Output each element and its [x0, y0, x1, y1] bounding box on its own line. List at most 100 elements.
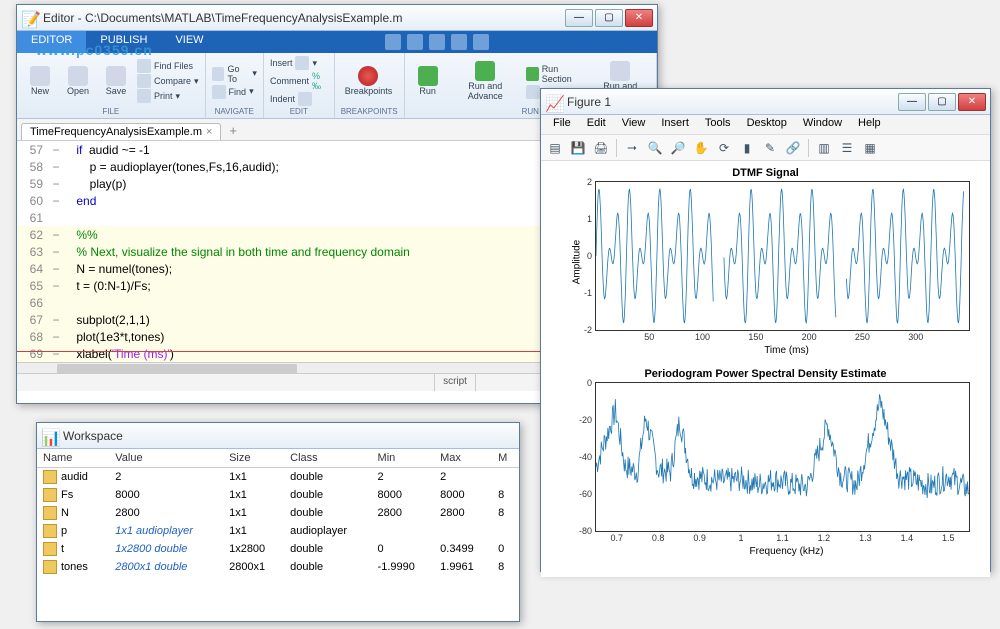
menu-desktop[interactable]: Desktop	[741, 115, 793, 134]
goto-icon	[212, 67, 225, 81]
tab-view[interactable]: VIEW	[161, 31, 217, 53]
print-button[interactable]: Print ▾	[137, 89, 199, 103]
column-header[interactable]: Name	[37, 449, 109, 468]
qat-undo-icon[interactable]	[451, 34, 467, 50]
editor-title: Editor - C:\Documents\MATLAB\TimeFrequen…	[43, 11, 565, 25]
datacursor-icon[interactable]: ▮	[737, 138, 757, 158]
menu-help[interactable]: Help	[852, 115, 887, 134]
column-header[interactable]: Class	[284, 449, 371, 468]
figure-menubar: FileEditViewInsertToolsDesktopWindowHelp	[541, 115, 990, 135]
figure-plot-area: DTMF Signal Amplitude -2-101250100150200…	[541, 161, 990, 577]
plot-psd: Periodogram Power Spectral Density Estim…	[553, 368, 978, 557]
indent-icon	[298, 92, 312, 106]
pointer-icon[interactable]: ⭢	[622, 138, 642, 158]
table-row[interactable]: audid 21x1double22	[37, 468, 519, 487]
open-icon	[68, 66, 88, 86]
open-button[interactable]: Open	[61, 55, 95, 107]
insert-button[interactable]: Insert ▾	[270, 56, 328, 70]
workspace-icon: 📊	[41, 428, 57, 444]
zoom-in-icon[interactable]: 🔍	[645, 138, 665, 158]
file-tab-add[interactable]: +	[221, 121, 245, 140]
table-row[interactable]: p 1x1 audioplayer1x1audioplayer	[37, 522, 519, 540]
print-icon[interactable]: 🖨	[591, 138, 611, 158]
tab-editor[interactable]: EDITOR	[17, 31, 86, 53]
table-row[interactable]: t 1x2800 double1x2800double00.34990	[37, 540, 519, 558]
app-icon[interactable]: ▦	[860, 138, 880, 158]
brush-icon[interactable]: ✎	[760, 138, 780, 158]
legend-icon[interactable]: ☰	[837, 138, 857, 158]
column-header[interactable]: Value	[109, 449, 223, 468]
close-button[interactable]: ✕	[625, 9, 653, 27]
new-icon	[30, 66, 50, 86]
figure-title: Figure 1	[567, 95, 898, 109]
ribbon-group-breakpoints: Breakpoints BREAKPOINTS	[335, 53, 405, 118]
save-icon[interactable]: 💾	[568, 138, 588, 158]
figure-titlebar[interactable]: 📈 Figure 1 — ▢ ✕	[541, 89, 990, 115]
rotate-icon[interactable]: ⟳	[714, 138, 734, 158]
menu-tools[interactable]: Tools	[699, 115, 737, 134]
file-tab[interactable]: TimeFrequencyAnalysisExample.m ×	[21, 123, 221, 140]
compare-button[interactable]: Compare ▾	[137, 74, 199, 88]
new-button[interactable]: New	[23, 55, 57, 107]
zoom-out-icon[interactable]: 🔎	[668, 138, 688, 158]
figure-icon: 📈	[545, 94, 561, 110]
run-time-icon	[610, 61, 630, 81]
table-row[interactable]: Fs 80001x1double800080008	[37, 486, 519, 504]
breakpoint-icon	[358, 66, 378, 86]
pan-icon[interactable]: ✋	[691, 138, 711, 158]
quick-access-toolbar	[218, 31, 657, 53]
close-button[interactable]: ✕	[958, 93, 986, 111]
menu-file[interactable]: File	[547, 115, 577, 134]
qat-cut-icon[interactable]	[385, 34, 401, 50]
table-row[interactable]: N 28001x1double280028008	[37, 504, 519, 522]
run-section-button[interactable]: Run Section	[526, 64, 587, 84]
tab-publish[interactable]: PUBLISH	[86, 31, 161, 53]
table-row[interactable]: tones 2800x1 double2800x1double-1.99901.…	[37, 558, 519, 576]
breakpoints-button[interactable]: Breakpoints	[341, 55, 397, 107]
comment-button[interactable]: Comment % ‰	[270, 71, 328, 91]
workspace-window: 📊 Workspace NameValueSizeClassMinMaxM au…	[36, 422, 520, 622]
minimize-button[interactable]: —	[898, 93, 926, 111]
indent-button[interactable]: Indent	[270, 92, 328, 106]
qat-redo-icon[interactable]	[473, 34, 489, 50]
file-icon[interactable]: ▤	[545, 138, 565, 158]
colorbar-icon[interactable]: ▥	[814, 138, 834, 158]
menu-window[interactable]: Window	[797, 115, 848, 134]
ribbon-navigate-label: NAVIGATE	[212, 107, 257, 117]
column-header[interactable]: M	[492, 449, 519, 468]
goto-button[interactable]: Go To ▾	[212, 64, 257, 84]
ribbon-group-file: New Open Save Find Files Compare ▾ Print…	[17, 53, 206, 118]
workspace-table[interactable]: NameValueSizeClassMinMaxM audid 21x1doub…	[37, 449, 519, 576]
minimize-button[interactable]: —	[565, 9, 593, 27]
save-icon	[106, 66, 126, 86]
link-icon[interactable]: 🔗	[783, 138, 803, 158]
column-header[interactable]: Max	[434, 449, 492, 468]
run-advance-icon	[475, 61, 495, 81]
find-files-icon	[137, 59, 151, 73]
figure-toolbar: ▤💾🖨 ⭢🔍🔎✋⟳▮✎🔗 ▥☰▦	[541, 135, 990, 161]
workspace-titlebar[interactable]: 📊 Workspace	[37, 423, 519, 449]
ribbon-group-edit: Insert ▾ Comment % ‰ Indent EDIT	[264, 53, 335, 118]
maximize-button[interactable]: ▢	[595, 9, 623, 27]
variable-icon	[43, 524, 57, 538]
menu-edit[interactable]: Edit	[581, 115, 612, 134]
find-button[interactable]: Find ▾	[212, 85, 257, 99]
menu-view[interactable]: View	[616, 115, 652, 134]
find-files-button[interactable]: Find Files	[137, 59, 199, 73]
run-advance-button[interactable]: Run and Advance	[449, 55, 522, 107]
variable-icon	[43, 488, 57, 502]
variable-icon	[43, 470, 57, 484]
menu-insert[interactable]: Insert	[655, 115, 695, 134]
column-header[interactable]: Size	[223, 449, 284, 468]
axes-1[interactable]: -2-101250100150200250300	[595, 181, 970, 331]
qat-paste-icon[interactable]	[429, 34, 445, 50]
qat-copy-icon[interactable]	[407, 34, 423, 50]
file-tab-close-icon[interactable]: ×	[206, 126, 212, 138]
editor-titlebar[interactable]: 📝 Editor - C:\Documents\MATLAB\TimeFrequ…	[17, 5, 657, 31]
run-button[interactable]: Run	[411, 55, 445, 107]
axes-2[interactable]: -80-60-40-2000.70.80.911.11.21.31.41.5	[595, 382, 970, 532]
variable-icon	[43, 506, 57, 520]
save-button[interactable]: Save	[99, 55, 133, 107]
maximize-button[interactable]: ▢	[928, 93, 956, 111]
column-header[interactable]: Min	[372, 449, 435, 468]
